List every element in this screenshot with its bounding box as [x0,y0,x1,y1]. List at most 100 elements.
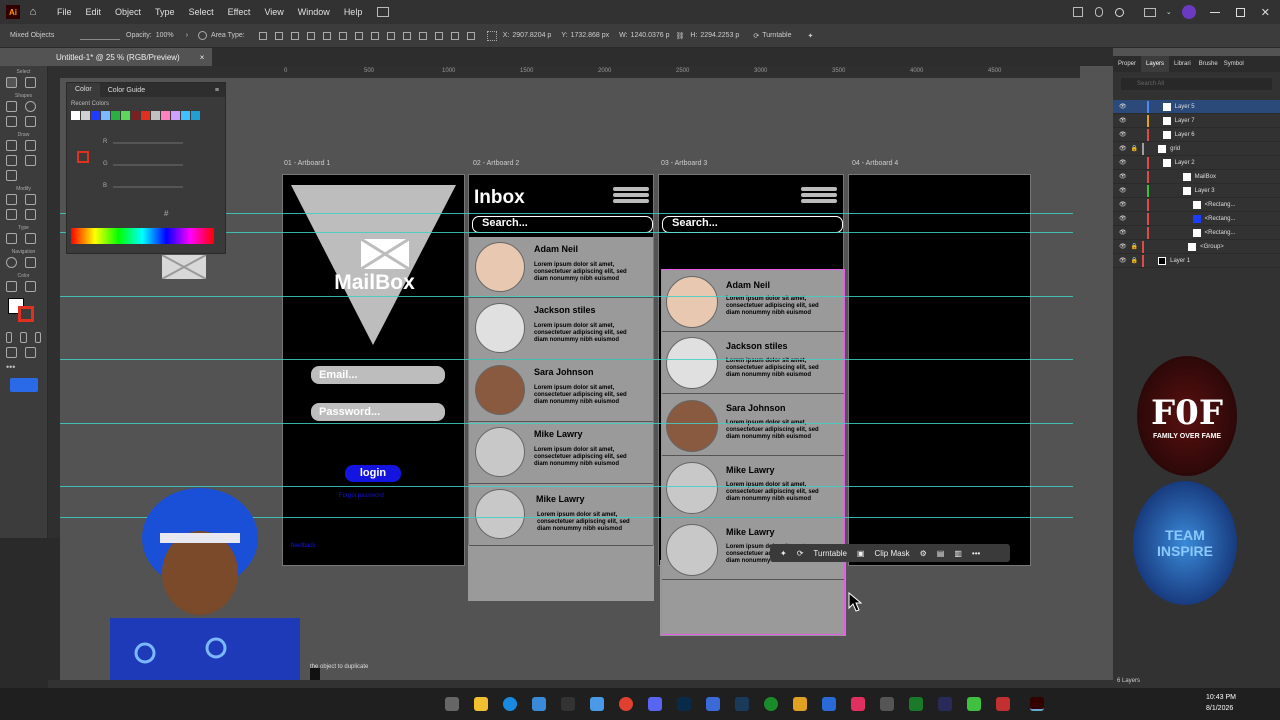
tab-brushes[interactable]: Brushe [1196,61,1221,67]
polygon-tool-icon[interactable] [6,116,17,127]
pencil-tool-icon[interactable] [25,140,36,151]
layer-row[interactable]: 👁 Layer 7 [1113,114,1280,128]
swatch[interactable] [141,111,150,120]
clock-time[interactable]: 10:43 PM [1206,694,1236,701]
app-icon[interactable] [793,697,807,711]
list-item[interactable]: Mike Lawry Lorem ipsum dolor sit amet, c… [469,484,653,546]
repeat-icon[interactable]: ⚙ [920,549,927,558]
guide-line[interactable] [60,296,1073,297]
xbox-icon[interactable] [764,697,778,711]
eye-icon[interactable]: 👁 [1119,215,1127,222]
email-field[interactable]: Email... [311,366,445,384]
layer-row[interactable]: 👁 MailBox [1113,170,1280,184]
turntable-icon[interactable]: ⟳ [753,32,759,40]
layer-row[interactable]: 👁 Layer 2 [1113,156,1280,170]
swatch[interactable] [131,111,140,120]
rectangle-tool-icon[interactable] [6,101,17,112]
eraser-tool-icon[interactable] [6,170,17,181]
search-input[interactable]: Search... [662,216,843,233]
blob-brush-tool-icon[interactable] [25,155,36,166]
spectrum-bar[interactable] [71,228,214,244]
menu-select[interactable]: Select [182,7,221,17]
align-icon[interactable]: ▤ [937,549,945,558]
app-icon[interactable] [938,697,952,711]
tab-libraries[interactable]: Librari [1169,61,1196,67]
avatar[interactable] [1181,5,1196,19]
scale-tool-icon[interactable] [25,194,36,205]
menu-file[interactable]: File [50,7,79,17]
zoom-tool-icon[interactable] [6,257,17,268]
eye-icon[interactable]: 👁 [1119,159,1127,166]
list-item[interactable]: Adam Neil Lorem ipsum dolor sit amet, co… [662,270,844,332]
shaper-tool-icon[interactable] [25,116,36,127]
app-icon[interactable] [967,697,981,711]
swatch[interactable] [121,111,130,120]
search-input[interactable]: Search... [472,216,653,233]
swatch[interactable] [151,111,160,120]
stroke-swatch[interactable] [80,32,120,40]
taskview-icon[interactable] [445,697,459,711]
fill-stroke-swatch[interactable] [77,151,89,163]
edit-toolbar-icon[interactable] [10,378,38,392]
lock-icon[interactable]: 🔒 [1131,145,1138,152]
eye-icon[interactable]: 👁 [1119,257,1127,264]
lock-icon[interactable]: 🔒 [1131,257,1138,264]
envelope-icon[interactable] [162,255,206,279]
width-tool-icon[interactable] [6,209,17,220]
swatch[interactable] [191,111,200,120]
eyedropper-tool-icon[interactable] [25,281,36,292]
edge-icon[interactable] [503,697,517,711]
more-options-button[interactable]: ••• [972,549,980,558]
hamburger-menu-icon[interactable] [613,187,649,205]
reference-point-icon[interactable] [486,30,497,41]
wand-icon[interactable]: ✦ [780,549,787,558]
store-icon[interactable] [532,697,546,711]
eye-icon[interactable]: 👁 [1119,173,1127,180]
list-item[interactable]: Sara Johnson Lorem ipsum dolor sit amet,… [662,394,844,456]
color-guide-tab[interactable]: Color Guide [100,87,153,94]
panel-menu-icon[interactable]: ≡ [215,87,225,94]
epic-games-icon[interactable] [561,697,575,711]
menu-object[interactable]: Object [108,7,148,17]
eye-icon[interactable]: 👁 [1119,103,1127,110]
swatch[interactable] [111,111,120,120]
chevron-right-icon[interactable]: › [186,32,188,39]
swatch[interactable] [71,111,80,120]
hand-tool-icon[interactable] [25,257,36,268]
menu-help[interactable]: Help [337,7,370,17]
turntable-button[interactable]: Turntable [762,32,791,39]
menu-view[interactable]: View [257,7,290,17]
layer-row[interactable]: 👁 🔒 Layer 1 [1113,254,1280,268]
eye-icon[interactable]: 👁 [1119,229,1127,236]
list-item[interactable]: Jackson stiles Lorem ipsum dolor sit ame… [469,298,653,360]
swatch[interactable] [101,111,110,120]
layer-row[interactable]: 👁 Layer 3 [1113,184,1280,198]
steam-icon[interactable] [735,697,749,711]
clip-mask-button[interactable]: Clip Mask [874,549,909,558]
login-button[interactable]: login [345,465,401,482]
artboard-label[interactable]: 03 - Artboard 3 [661,160,707,167]
selected-contact-list[interactable]: Adam Neil Lorem ipsum dolor sit amet, co… [661,269,845,635]
r-slider[interactable] [113,142,183,144]
pen-tool-icon[interactable] [6,140,17,151]
layer-row[interactable]: 👁 <Rectang... [1113,212,1280,226]
layer-row[interactable]: 👁 <Rectang... [1113,226,1280,240]
none-mode-icon[interactable] [34,332,41,343]
swatch[interactable] [161,111,170,120]
close-icon[interactable]: ✕ [1261,6,1270,19]
app-icon[interactable] [880,697,894,711]
app-icon[interactable] [706,697,720,711]
layers-search-input[interactable]: Search All [1121,78,1272,90]
tab-symbols[interactable]: Symbol [1221,61,1247,67]
layer-row[interactable]: 👁 🔒 grid [1113,142,1280,156]
ellipse-tool-icon[interactable] [25,101,36,112]
list-item[interactable]: Jackson stiles Lorem ipsum dolor sit ame… [662,332,844,394]
free-transform-tool-icon[interactable] [25,209,36,220]
link-icon[interactable]: ⛓ [675,32,684,40]
discord-icon[interactable] [648,697,662,711]
tab-layers[interactable]: Layers [1141,56,1170,72]
search-icon[interactable] [1114,7,1124,17]
g-slider[interactable] [113,164,183,166]
lightroom-icon[interactable] [677,697,691,711]
share-icon[interactable] [1072,7,1083,17]
